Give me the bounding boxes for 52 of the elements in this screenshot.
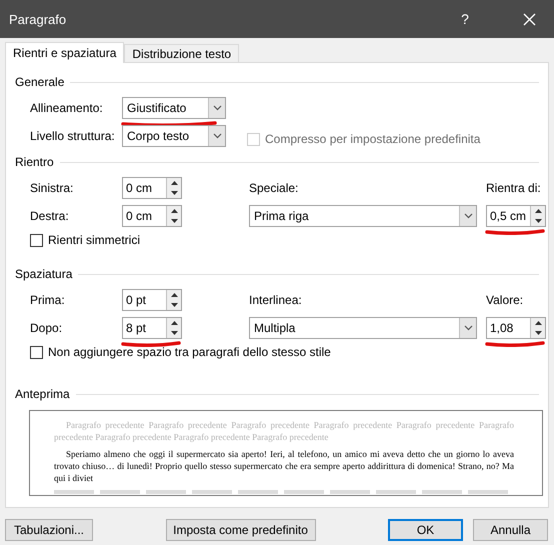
chevron-down-icon [464,213,472,219]
dialog-button[interactable]: OK [388,519,463,541]
spin-up-icon[interactable] [531,206,545,216]
spin-down-icon[interactable] [167,328,181,338]
spin-down-icon[interactable] [531,216,545,226]
field-label: Prima: [30,293,66,307]
checkbox-label: Rientri simmetrici [48,233,140,247]
field-label: Sinistra: [30,181,74,195]
spin-up-icon[interactable] [167,318,181,328]
chevron-down-icon [212,105,222,111]
field-label: Valore: [486,293,524,307]
help-button[interactable]: ? [450,10,480,28]
section-heading: Anteprima [15,387,70,401]
sample-paragraph-text: Speriamo almeno che oggi il supermercato sia aperto! Ieri, al telefono, un amico mi aveva detto che un giorno lo aveva trovato chiuso… di lunedì! Proprio quello stesso supermercato che era sempre aperto addirittura di domenica! Strano, no? Ma qui i diviet [54,448,514,484]
field-label: Allineamento: [30,101,104,115]
field-label: Destra: [30,209,70,223]
spin-down-icon[interactable] [531,328,545,338]
dialog-button[interactable]: Annulla [473,519,548,541]
tab[interactable]: Rientri e spaziatura [5,42,124,63]
space-before-spinner[interactable]: 0 pt [122,289,182,311]
dialog-button[interactable]: Tabulazioni... [5,519,93,541]
spin-down-icon[interactable] [167,216,181,226]
chevron-down-icon [212,133,222,139]
section-heading: Spaziatura [15,267,72,281]
field-label: Rientra di: [486,181,542,195]
field-label: Dopo: [30,321,64,335]
field-label: Interlinea: [249,293,303,307]
spin-up-icon[interactable] [167,178,181,188]
tab[interactable]: Distribuzione testo [124,44,240,63]
checkbox[interactable] [30,346,43,358]
checkbox-label: Non aggiungere spazio tra paragrafi dello stesso stile [48,345,331,359]
spin-down-icon[interactable] [167,188,181,198]
close-icon [522,12,536,26]
line-spacing-dropdown[interactable]: Multipla [249,317,477,339]
spin-down-icon[interactable] [167,300,181,310]
section-heading: Generale [15,75,64,89]
left-indent-spinner[interactable]: 0 cm [122,177,182,199]
window-title: Paragrafo [9,12,68,26]
right-indent-spinner[interactable]: 0 cm [122,205,182,227]
previous-paragraph-text: Paragrafo precedente Paragrafo precedente Paragrafo precedente Paragrafo precedente Paragrafo precedente Paragrafo precedente Paragrafo precedente Paragrafo precedente Paragrafo precedente [54,419,514,443]
section-heading: Rientro [15,155,54,169]
field-label: Livello struttura: [30,129,116,143]
special-indent-dropdown[interactable]: Prima riga [249,205,477,227]
spin-up-icon[interactable] [531,318,545,328]
field-label: Speciale: [249,181,300,195]
outline-level-dropdown[interactable]: Corpo testo [122,125,226,147]
checkbox[interactable] [30,234,43,246]
chevron-down-icon [464,325,472,331]
spin-up-icon[interactable] [167,290,181,300]
dialog-button[interactable]: Imposta come predefinito [166,519,316,541]
spin-up-icon[interactable] [167,206,181,216]
checkbox-label: Compresso per impostazione predefinita [265,132,480,146]
